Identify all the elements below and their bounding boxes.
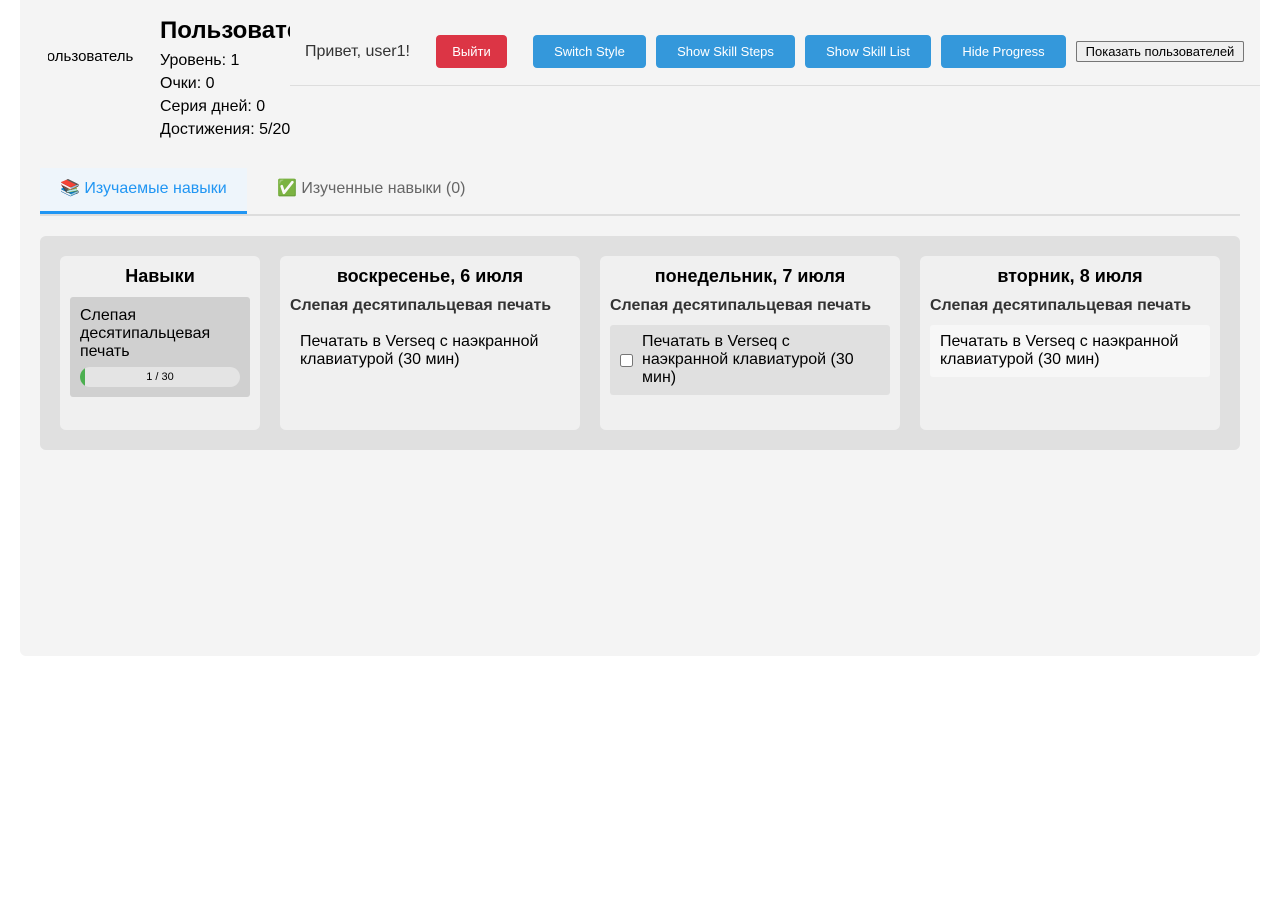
tab-learned-skills[interactable]: ✅ Изученные навыки (0) [257,168,485,214]
day-task: Печатать в Verseq с наэкранной клавиатур… [610,325,890,395]
task-checkbox[interactable] [620,353,633,367]
day-title: понедельник, 7 июля [654,266,846,286]
tab-bar: 📚 Изучаемые навыки ✅ Изученные навыки (0… [40,168,1240,216]
day-column: понедельник, 7 июля Слепая десятипальцев… [600,256,900,430]
day-skill-name: Слепая десятипальцевая печать [930,297,1192,314]
day-task: Печатать в Verseq с наэкранной клавиатур… [300,333,539,368]
user-points: Очки: 0 [160,75,215,92]
user-info: Пользователь Уровень: 1 Очки: 0 Серия дн… [160,17,290,141]
show-users-button[interactable]: Показать пользователей [1076,41,1244,62]
greeting: Привет, user1! [305,43,410,60]
day-title: воскресенье, 6 июля [336,266,524,286]
skills-column: Навыки Слепая десятипальцевая печать 1 /… [60,256,260,430]
switch-style-button[interactable]: Switch Style [533,35,646,68]
skill-name: Слепая десятипальцевая печать [80,307,211,360]
day-skill-name: Слепая десятипальцевая печать [610,297,872,314]
day-skill-name: Слепая десятипальцевая печать [290,297,552,314]
hide-progress-button[interactable]: Hide Progress [941,35,1066,68]
avatar: Пользователь [48,48,134,65]
tab-learning-skills[interactable]: 📚 Изучаемые навыки [40,168,247,214]
skill-progress-bar: 1 / 30 [80,367,240,387]
progress-label: 1 / 30 [146,371,174,383]
day-column: воскресенье, 6 июля Слепая десятипальцев… [280,256,580,430]
app-container: Пользователь Пользователь Уровень: 1 Очк… [20,0,1260,656]
show-skill-steps-button[interactable]: Show Skill Steps [656,35,795,68]
progress-fill [80,367,86,387]
skills-column-title: Навыки [125,266,195,286]
user-achievements: Достижения: 5/20 [160,121,290,138]
skills-board: Навыки Слепая десятипальцевая печать 1 /… [40,236,1240,450]
user-streak: Серия дней: 0 [160,98,266,115]
logout-button[interactable]: Выйти [436,35,507,68]
header: Привет, user1! Выйти Switch Style Show S… [290,0,1260,86]
day-task: Печатать в Verseq с наэкранной клавиатур… [930,325,1210,377]
day-column: вторник, 8 июля Слепая десятипальцевая п… [920,256,1220,430]
user-level: Уровень: 1 [160,52,240,69]
user-name: Пользователь [160,17,290,44]
skill-card[interactable]: Слепая десятипальцевая печать 1 / 30 [70,297,250,397]
show-skill-list-button[interactable]: Show Skill List [805,35,931,68]
day-title: вторник, 8 июля [997,266,1143,286]
task-label: Печатать в Verseq с наэкранной клавиатур… [642,333,854,386]
